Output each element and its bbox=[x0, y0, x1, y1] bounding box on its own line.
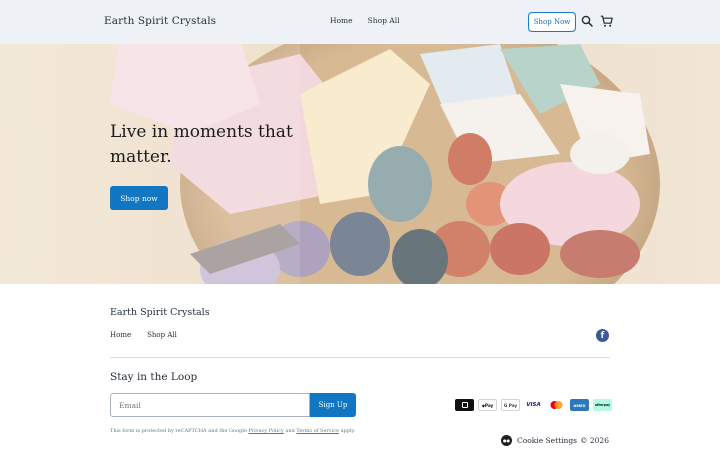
footer-nav-shop-all[interactable]: Shop All bbox=[147, 331, 177, 339]
afterpay-icon: afterpay bbox=[593, 399, 612, 411]
site-header: Earth Spirit Crystals Home Shop All Shop… bbox=[0, 0, 720, 44]
legal-suffix: apply. bbox=[338, 428, 356, 434]
footer-brand[interactable]: Earth Spirit Crystals bbox=[110, 307, 210, 318]
visa-icon: VISA bbox=[524, 399, 543, 411]
hero-banner: Live in moments that matter. Shop now bbox=[0, 44, 720, 284]
footer-nav: Home Shop All bbox=[110, 331, 177, 339]
recaptcha-notice: This form is protected by reCAPTCHA and … bbox=[110, 427, 360, 436]
privacy-policy-link[interactable]: Privacy Policy bbox=[248, 428, 283, 434]
square-pay-icon bbox=[455, 399, 474, 411]
mastercard-icon bbox=[547, 399, 566, 411]
google-pay-icon: G Pay bbox=[501, 399, 520, 411]
cookie-settings-label: Cookie Settings bbox=[517, 436, 578, 445]
legal-prefix: This form is protected by reCAPTCHA and … bbox=[110, 428, 249, 434]
payment-methods: ◆Pay G Pay VISA AMEX afterpay bbox=[455, 399, 612, 411]
brand-logo[interactable]: Earth Spirit Crystals bbox=[104, 15, 216, 27]
facebook-icon[interactable]: f bbox=[596, 329, 609, 342]
cart-icon[interactable] bbox=[600, 15, 613, 28]
nav-shop-all[interactable]: Shop All bbox=[368, 16, 400, 25]
newsletter-title: Stay in the Loop bbox=[110, 371, 198, 383]
hero-headline: Live in moments that matter. bbox=[110, 122, 293, 167]
nav-home[interactable]: Home bbox=[330, 16, 353, 25]
apple-pay-icon: ◆Pay bbox=[478, 399, 497, 411]
footer-divider bbox=[110, 357, 610, 358]
terms-of-service-link[interactable]: Terms of Service bbox=[296, 428, 339, 434]
footer-nav-home[interactable]: Home bbox=[110, 331, 131, 339]
cookie-icon: ●● bbox=[501, 435, 512, 446]
hero-shop-now-button[interactable]: Shop now bbox=[110, 186, 168, 210]
amex-icon: AMEX bbox=[570, 399, 589, 411]
shop-now-button[interactable]: Shop Now bbox=[528, 12, 576, 32]
cookie-settings-button[interactable]: ●● Cookie Settings bbox=[501, 435, 577, 446]
search-icon[interactable] bbox=[581, 15, 593, 27]
hero-crystals-image bbox=[0, 44, 720, 284]
email-field[interactable] bbox=[110, 393, 310, 417]
main-nav: Home Shop All bbox=[330, 16, 400, 25]
legal-and: and bbox=[283, 428, 297, 434]
copyright: © 2026 bbox=[580, 436, 609, 445]
sign-up-button[interactable]: Sign Up bbox=[310, 393, 356, 417]
